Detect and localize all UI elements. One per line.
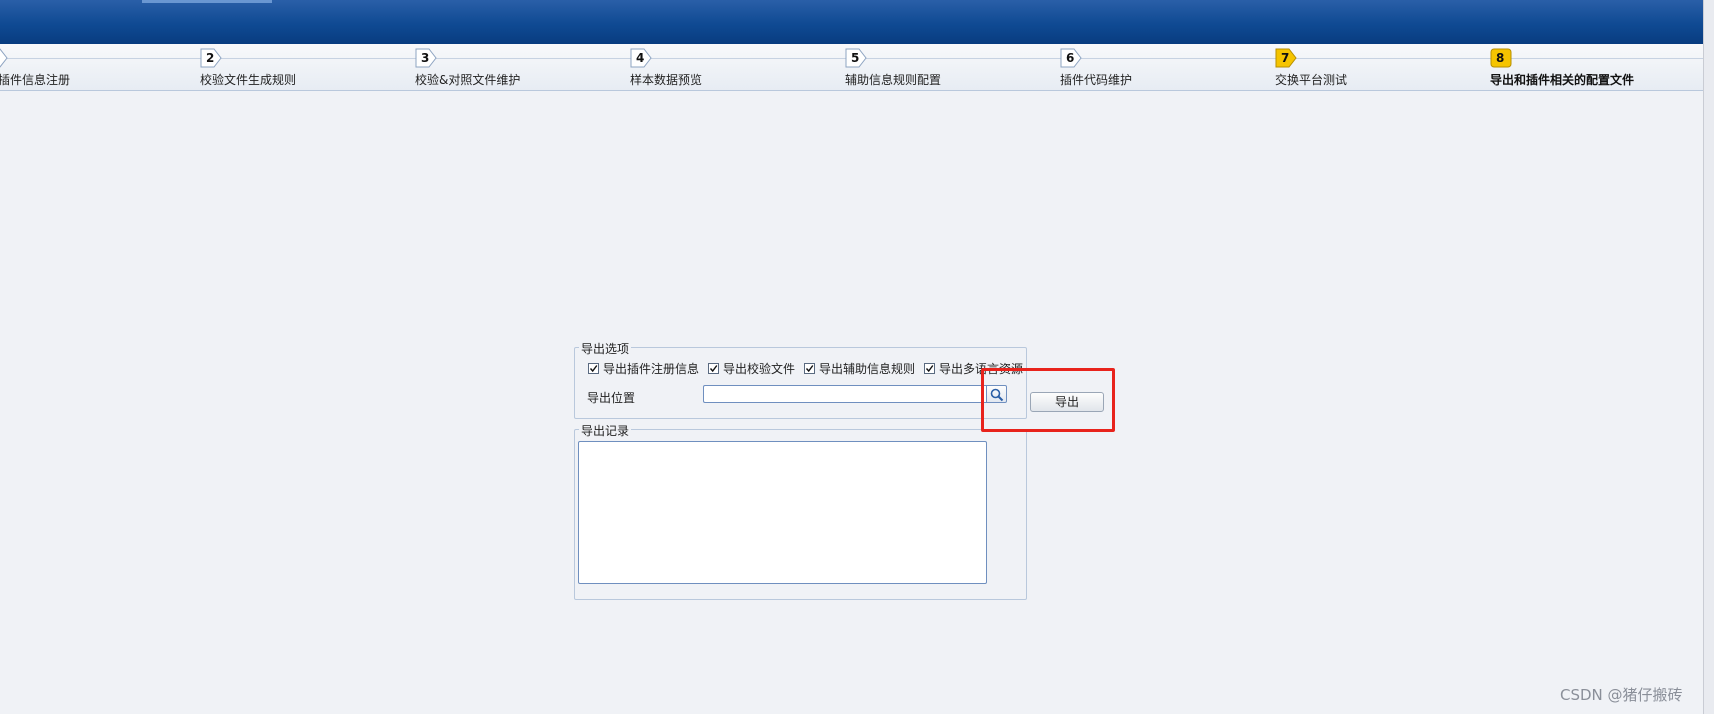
step-number: 7 [1281,51,1290,65]
step-label: 交换平台测试 [1275,73,1348,87]
top-banner [0,0,1703,44]
export-location-label: 导出位置 [587,391,636,405]
step-badge-6: 6 [1060,48,1082,68]
step-number: 3 [421,51,430,65]
export-validation-files-option[interactable]: 导出校验文件 [708,360,795,377]
step-label: 校验&对照文件维护 [415,73,521,87]
step-arrow-icon [0,48,8,68]
export-aux-rules-option[interactable]: 导出辅助信息规则 [804,360,915,377]
export-plugin-registration-checkbox[interactable] [588,363,599,374]
step-badge-3: 3 [415,48,437,68]
step-number: 5 [851,51,860,65]
export-log-textarea[interactable] [578,441,987,584]
checkmark-icon [709,365,718,373]
step-label: 样本数据预览 [630,73,703,87]
step-number: 6 [1066,51,1075,65]
export-location-input[interactable] [703,385,986,403]
export-log-group: 导出记录 [574,422,1027,600]
window-right-edge [1703,0,1714,714]
step-badge-4: 4 [630,48,652,68]
export-log-legend: 导出记录 [579,422,632,439]
step-badge-5: 5 [845,48,867,68]
checkmark-icon [589,365,598,373]
export-aux-rules-checkbox[interactable] [804,363,815,374]
step-label: 导出和插件相关的配置文件 [1490,73,1635,87]
step-badge-2: 2 [200,48,222,68]
export-i18n-resources-checkbox[interactable] [924,363,935,374]
checkbox-label: 导出校验文件 [723,362,796,376]
export-options-legend: 导出选项 [579,340,632,357]
export-options-group: 导出选项 导出插件注册信息 导出校验文件 导出辅助信息规则 导出多语言资源 导出… [574,340,1027,419]
step-label: 校验文件生成规则 [200,73,297,87]
step-number: 2 [206,51,215,65]
top-tab-hint [142,0,272,3]
export-plugin-registration-option[interactable]: 导出插件注册信息 [588,360,699,377]
checkbox-label: 导出插件注册信息 [603,362,700,376]
step-label: 据插件信息注册 [0,73,71,87]
step-label: 插件代码维护 [1060,73,1133,87]
wizard-steps-bar: 据插件信息注册 2 校验文件生成规则 3 校验&对照文件维护 4 样本数据预览 … [0,44,1703,91]
annotation-highlight-box [981,368,1115,432]
step-number: 8 [1496,51,1505,65]
step-badge-8: 8 [1490,48,1512,68]
export-validation-files-checkbox[interactable] [708,363,719,374]
checkmark-icon [805,365,814,373]
watermark-text: CSDN @猪仔搬砖 [1560,686,1683,704]
step-badge-7: 7 [1275,48,1297,68]
step-number: 4 [636,51,645,65]
step-badge-1 [0,48,8,68]
checkbox-label: 导出辅助信息规则 [819,362,916,376]
checkmark-icon [925,365,934,373]
step-label: 辅助信息规则配置 [845,73,942,87]
